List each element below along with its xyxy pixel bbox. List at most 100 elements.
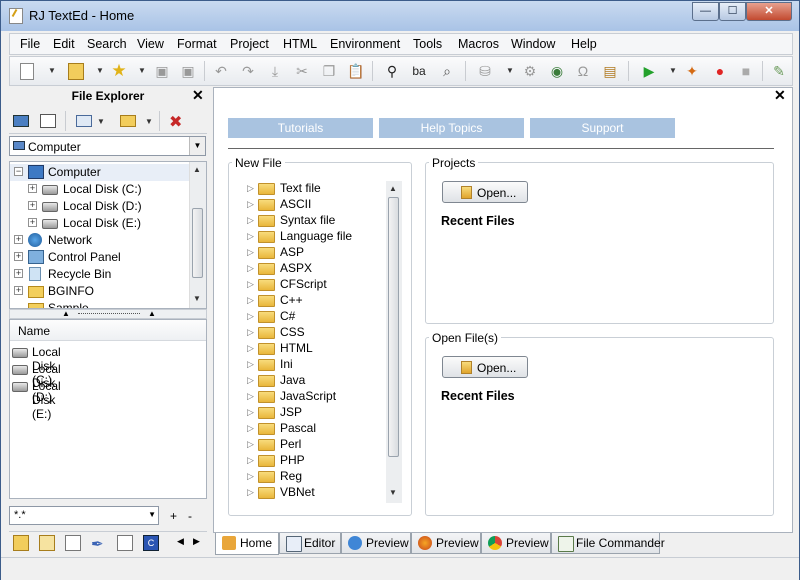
view-mode-dropdown-arrow[interactable]: ▼ bbox=[97, 117, 105, 126]
menu-file[interactable]: File bbox=[20, 37, 40, 51]
favorites-star-icon[interactable]: ★ bbox=[110, 61, 128, 80]
settings-gear-icon[interactable]: ⚙ bbox=[521, 62, 539, 80]
step-icon[interactable]: ✦ bbox=[683, 62, 701, 80]
expand-arrow-icon[interactable]: ▷ bbox=[247, 183, 254, 194]
expand-arrow-icon[interactable]: ▷ bbox=[247, 375, 254, 386]
scroll-up-icon[interactable]: ▲ bbox=[389, 184, 397, 193]
drive-select[interactable]: Computer ▼ bbox=[9, 136, 206, 156]
expand-arrow-icon[interactable]: ▷ bbox=[247, 391, 254, 402]
expand-arrow-icon[interactable]: ▷ bbox=[247, 343, 254, 354]
scroll-down-icon[interactable]: ▼ bbox=[389, 488, 397, 497]
expand-icon[interactable]: + bbox=[28, 184, 37, 193]
splitter-up-icon[interactable]: ▲ bbox=[148, 309, 156, 318]
find-in-files-icon[interactable]: ⌕ bbox=[438, 62, 456, 80]
download-icon[interactable]: ⤓ bbox=[266, 62, 284, 80]
expand-arrow-icon[interactable]: ▷ bbox=[247, 487, 254, 498]
menu-help[interactable]: Help bbox=[571, 37, 597, 51]
menu-macros[interactable]: Macros bbox=[458, 37, 499, 51]
scroll-thumb[interactable] bbox=[388, 197, 399, 457]
expand-arrow-icon[interactable]: ▷ bbox=[247, 247, 254, 258]
scroll-thumb[interactable] bbox=[192, 208, 203, 278]
cut-icon[interactable]: ✂ bbox=[293, 62, 311, 80]
stop-icon[interactable]: ■ bbox=[737, 62, 755, 80]
chevron-down-icon[interactable]: ▼ bbox=[189, 137, 205, 155]
pen-tab-icon[interactable]: ✒ bbox=[91, 535, 107, 553]
tab-file-commander[interactable]: File Commander bbox=[551, 533, 665, 554]
expand-arrow-icon[interactable]: ▷ bbox=[247, 471, 254, 482]
expand-arrow-icon[interactable]: ▷ bbox=[247, 407, 254, 418]
tools-icon[interactable]: ✖ bbox=[169, 112, 185, 131]
remove-filter-button[interactable]: - bbox=[188, 509, 192, 523]
open-dropdown-arrow[interactable]: ▼ bbox=[96, 66, 104, 75]
new-dropdown-arrow[interactable]: ▼ bbox=[48, 66, 56, 75]
expand-arrow-icon[interactable]: ▷ bbox=[247, 279, 254, 290]
menu-edit[interactable]: Edit bbox=[53, 37, 75, 51]
tab-preview-firefox[interactable]: Preview bbox=[411, 533, 481, 554]
desktop-icon[interactable] bbox=[13, 115, 29, 127]
expand-arrow-icon[interactable]: ▷ bbox=[247, 311, 254, 322]
menu-project[interactable]: Project bbox=[230, 37, 269, 51]
open-file-button[interactable]: Open... bbox=[442, 356, 528, 378]
expand-arrow-icon[interactable]: ▷ bbox=[247, 263, 254, 274]
open-file-icon[interactable] bbox=[68, 62, 84, 80]
menu-window[interactable]: Window bbox=[511, 37, 555, 51]
replace-icon[interactable]: ba bbox=[410, 62, 428, 80]
help-topics-button[interactable]: Help Topics bbox=[379, 118, 524, 138]
scroll-down-icon[interactable]: ▼ bbox=[193, 294, 201, 303]
save-icon[interactable]: ▣ bbox=[153, 62, 171, 80]
expand-icon[interactable]: + bbox=[14, 235, 23, 244]
tab-home[interactable]: Home bbox=[215, 533, 279, 555]
chevron-down-icon[interactable]: ▼ bbox=[148, 510, 156, 519]
clipboard-list-icon[interactable]: ▤ bbox=[601, 62, 619, 80]
menu-format[interactable]: Format bbox=[177, 37, 217, 51]
documents-icon[interactable] bbox=[40, 114, 56, 128]
close-explorer-icon[interactable]: ✕ bbox=[192, 87, 204, 104]
expand-icon[interactable]: + bbox=[14, 286, 23, 295]
redo-icon[interactable]: ↷ bbox=[239, 62, 257, 80]
code-tab-icon[interactable]: C bbox=[143, 535, 159, 551]
tree-item-computer[interactable]: − Computer bbox=[10, 164, 190, 181]
menu-search[interactable]: Search bbox=[87, 37, 127, 51]
expand-arrow-icon[interactable]: ▷ bbox=[247, 199, 254, 210]
expand-icon[interactable]: + bbox=[14, 269, 23, 278]
expand-arrow-icon[interactable]: ▷ bbox=[247, 295, 254, 306]
folder-dropdown-arrow[interactable]: ▼ bbox=[145, 117, 153, 126]
globe-icon[interactable]: ◉ bbox=[548, 62, 566, 80]
expand-arrow-icon[interactable]: ▷ bbox=[247, 439, 254, 450]
view-mode-icon[interactable] bbox=[76, 115, 92, 127]
expand-arrow-icon[interactable]: ▷ bbox=[247, 327, 254, 338]
run-play-icon[interactable]: ▶ bbox=[640, 62, 658, 80]
favorites-dropdown-arrow[interactable]: ▼ bbox=[138, 66, 146, 75]
add-filter-button[interactable]: + bbox=[170, 509, 177, 523]
tab-scroll-right-icon[interactable]: ▶ bbox=[193, 536, 200, 547]
database-icon[interactable]: ⛁ bbox=[476, 62, 494, 80]
run-dropdown-arrow[interactable]: ▼ bbox=[669, 66, 677, 75]
menu-html[interactable]: HTML bbox=[283, 37, 317, 51]
expand-arrow-icon[interactable]: ▷ bbox=[247, 423, 254, 434]
collapse-icon[interactable]: − bbox=[14, 167, 23, 176]
clipboard-tab-icon[interactable] bbox=[65, 535, 81, 551]
undo-icon[interactable]: ↶ bbox=[212, 62, 230, 80]
copy-icon[interactable]: ❐ bbox=[320, 62, 338, 80]
tab-preview-chrome[interactable]: Preview bbox=[481, 533, 551, 554]
maximize-button[interactable]: ☐ bbox=[719, 2, 746, 21]
file-explorer-tab-icon[interactable] bbox=[13, 535, 29, 551]
database-dropdown-arrow[interactable]: ▼ bbox=[506, 66, 514, 75]
folder-up-icon[interactable] bbox=[120, 115, 136, 127]
documents-tab-icon[interactable] bbox=[117, 535, 133, 551]
tab-scroll-left-icon[interactable]: ◀ bbox=[177, 536, 184, 547]
find-binoculars-icon[interactable]: ⚲ bbox=[383, 62, 401, 80]
splitter-up-icon[interactable]: ▲ bbox=[62, 309, 70, 318]
tree-scrollbar[interactable]: ▲ ▼ bbox=[189, 162, 206, 308]
tab-editor[interactable]: Editor bbox=[279, 533, 341, 554]
tutorials-button[interactable]: Tutorials bbox=[228, 118, 373, 138]
project-tab-icon[interactable] bbox=[39, 535, 55, 551]
expand-arrow-icon[interactable]: ▷ bbox=[247, 215, 254, 226]
omega-char-icon[interactable]: Ω bbox=[574, 62, 592, 80]
quill-pen-icon[interactable]: ✎ bbox=[770, 62, 788, 80]
save-all-icon[interactable]: ▣ bbox=[179, 62, 197, 80]
scroll-up-icon[interactable]: ▲ bbox=[193, 165, 201, 174]
record-macro-icon[interactable]: ● bbox=[711, 62, 729, 80]
column-header-name[interactable]: Name bbox=[10, 320, 206, 341]
expand-icon[interactable]: + bbox=[28, 201, 37, 210]
